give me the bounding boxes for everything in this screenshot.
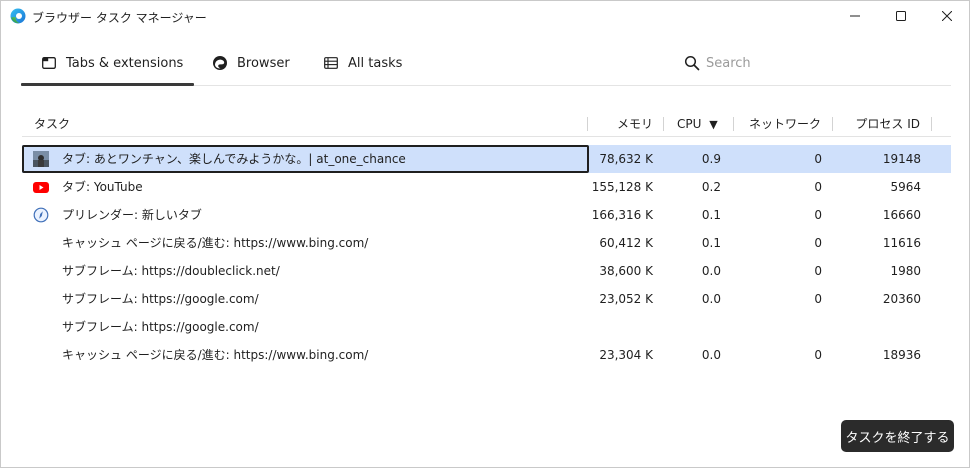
edge-browser-icon xyxy=(212,55,228,71)
table-row[interactable]: タブ: あとワンチャン、楽しんでみようかな。| at_one_chance 78… xyxy=(22,145,951,173)
task-title: サブフレーム: https://google.com/ xyxy=(62,320,259,334)
maximize-button[interactable] xyxy=(878,1,924,33)
task-title: サブフレーム: https://google.com/ xyxy=(62,292,259,306)
network-value: 0 xyxy=(814,264,822,278)
memory-value: 23,304 K xyxy=(599,348,653,362)
cpu-value: 0.2 xyxy=(701,180,721,194)
tab-browser[interactable]: Browser xyxy=(212,41,290,85)
prerender-compass-icon xyxy=(33,207,49,223)
column-header-task[interactable]: タスク xyxy=(34,111,70,137)
task-title: キャッシュ ページに戻る/進む: https://www.bing.com/ xyxy=(62,348,369,362)
network-value: 0 xyxy=(814,180,822,194)
pid-value: 19148 xyxy=(882,152,921,166)
pid-value: 16660 xyxy=(882,208,921,222)
search-input[interactable] xyxy=(706,55,906,71)
pid-value: 11616 xyxy=(882,236,921,250)
tab-label: Tabs & extensions xyxy=(66,55,184,71)
pid-value: 1980 xyxy=(890,264,921,278)
youtube-icon xyxy=(33,179,49,195)
column-divider[interactable] xyxy=(931,117,932,131)
column-divider[interactable] xyxy=(663,117,664,131)
network-value: 0 xyxy=(814,292,822,306)
tab-tabs-extensions[interactable]: Tabs & extensions xyxy=(41,41,183,85)
sort-descending-icon: ▼ xyxy=(709,118,718,131)
tab-label: All tasks xyxy=(348,55,403,71)
cpu-value: 0.9 xyxy=(701,152,721,166)
column-header-memory[interactable]: メモリ xyxy=(617,111,653,137)
network-value: 0 xyxy=(814,152,822,166)
column-header-pid[interactable]: プロセス ID xyxy=(855,111,920,137)
memory-value: 155,128 K xyxy=(591,180,653,194)
cpu-value: 0.0 xyxy=(701,264,721,278)
memory-value: 60,412 K xyxy=(599,236,653,250)
task-title: タブ: あとワンチャン、楽しんでみようかな。| at_one_chance xyxy=(62,152,406,166)
column-header-network[interactable]: ネットワーク xyxy=(749,111,821,137)
cpu-value: 0.0 xyxy=(701,348,721,362)
memory-value: 166,316 K xyxy=(591,208,653,222)
network-value: 0 xyxy=(814,236,822,250)
tab-label: Browser xyxy=(237,55,290,71)
task-title: サブフレーム: https://doubleclick.net/ xyxy=(62,264,280,278)
tab-all-tasks[interactable]: All tasks xyxy=(323,41,402,85)
search-box[interactable] xyxy=(684,53,934,73)
table-row[interactable]: サブフレーム: https://doubleclick.net/ 38,600 … xyxy=(22,257,951,285)
pid-value: 18936 xyxy=(882,348,921,362)
table-row[interactable]: タブ: YouTube 155,128 K 0.2 0 5964 xyxy=(22,173,951,201)
table-header: タスク メモリ CPU ▼ ネットワーク プロセス ID xyxy=(22,111,951,137)
tab-window-icon xyxy=(41,55,57,71)
column-divider[interactable] xyxy=(587,117,588,131)
memory-value: 38,600 K xyxy=(599,264,653,278)
column-divider[interactable] xyxy=(733,117,734,131)
column-divider[interactable] xyxy=(832,117,833,131)
close-icon xyxy=(941,10,953,24)
end-task-button[interactable]: タスクを終了する xyxy=(841,420,954,452)
task-manager-window: ブラウザー タスク マネージャー Tabs & extensions Brows… xyxy=(0,0,970,468)
network-value: 0 xyxy=(814,208,822,222)
maximize-icon xyxy=(896,10,906,24)
table-row[interactable]: キャッシュ ページに戻る/進む: https://www.bing.com/ 6… xyxy=(22,229,951,257)
column-header-cpu-label: CPU xyxy=(677,117,702,131)
window-title: ブラウザー タスク マネージャー xyxy=(32,11,207,25)
task-title: キャッシュ ページに戻る/進む: https://www.bing.com/ xyxy=(62,236,369,250)
table-row[interactable]: プリレンダー: 新しいタブ 166,316 K 0.1 0 16660 xyxy=(22,201,951,229)
cpu-value: 0.1 xyxy=(701,208,721,222)
table-row[interactable]: サブフレーム: https://google.com/ xyxy=(22,313,951,341)
cpu-value: 0.0 xyxy=(701,292,721,306)
thumbnail-icon xyxy=(33,151,49,167)
memory-value: 78,632 K xyxy=(599,152,653,166)
column-header-cpu[interactable]: CPU ▼ xyxy=(677,111,718,137)
table-row[interactable]: サブフレーム: https://google.com/ 23,052 K 0.0… xyxy=(22,285,951,313)
task-title: タブ: YouTube xyxy=(62,180,143,194)
search-icon xyxy=(684,55,700,71)
minimize-icon xyxy=(850,10,860,24)
network-value: 0 xyxy=(814,348,822,362)
cpu-value: 0.1 xyxy=(701,236,721,250)
close-button[interactable] xyxy=(924,1,970,33)
table-row[interactable]: キャッシュ ページに戻る/進む: https://www.bing.com/ 2… xyxy=(22,341,951,369)
minimize-button[interactable] xyxy=(832,1,878,33)
list-grid-icon xyxy=(323,55,339,71)
pid-value: 20360 xyxy=(882,292,921,306)
edge-logo-icon xyxy=(10,8,26,24)
active-tab-indicator xyxy=(21,83,194,86)
title-bar: ブラウザー タスク マネージャー xyxy=(1,1,969,33)
pid-value: 5964 xyxy=(890,180,921,194)
memory-value: 23,052 K xyxy=(599,292,653,306)
task-title: プリレンダー: 新しいタブ xyxy=(62,208,202,222)
